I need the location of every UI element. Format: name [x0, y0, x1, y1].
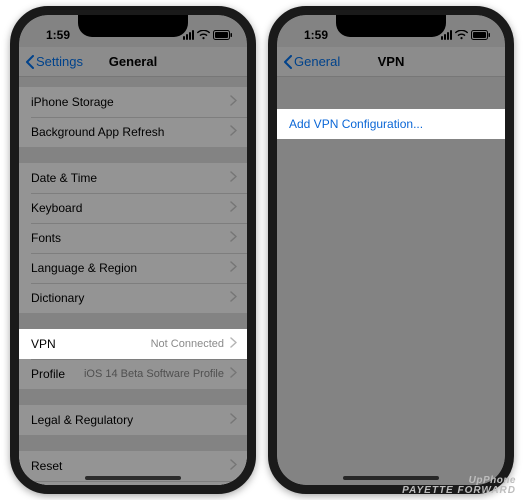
cell-detail: Not Connected — [151, 338, 224, 350]
iphone-device-right: 1:59 Gen — [268, 6, 514, 494]
cell-label: Background App Refresh — [31, 125, 230, 139]
wifi-icon — [197, 30, 210, 40]
cell-background-app-refresh[interactable]: Background App Refresh — [19, 117, 247, 147]
cell-label: Fonts — [31, 231, 230, 245]
cell-legal-regulatory[interactable]: Legal & Regulatory — [19, 405, 247, 435]
home-indicator — [85, 476, 181, 480]
vpn-settings-list[interactable]: Add VPN Configuration... — [277, 77, 505, 139]
cell-label: Date & Time — [31, 171, 230, 185]
nav-bar: General VPN — [277, 47, 505, 77]
nav-bar: Settings General — [19, 47, 247, 77]
notch — [78, 15, 188, 37]
status-time: 1:59 — [33, 28, 83, 42]
chevron-right-icon — [230, 337, 237, 351]
home-indicator — [343, 476, 439, 480]
cell-keyboard[interactable]: Keyboard — [19, 193, 247, 223]
cell-detail: iOS 14 Beta Software Profile — [84, 368, 224, 380]
cell-vpn[interactable]: VPNNot Connected — [19, 329, 247, 359]
notch — [336, 15, 446, 37]
wifi-icon — [455, 30, 468, 40]
chevron-right-icon — [230, 95, 237, 109]
cell-dictionary[interactable]: Dictionary — [19, 283, 247, 313]
cell-shut-down[interactable]: Shut Down — [19, 481, 247, 485]
cell-label: Add VPN Configuration... — [289, 117, 495, 131]
cell-label: iPhone Storage — [31, 95, 230, 109]
screen-general-settings: 1:59 Set — [19, 15, 247, 485]
battery-icon — [471, 30, 491, 40]
cell-label: Dictionary — [31, 291, 230, 305]
chevron-right-icon — [230, 413, 237, 427]
back-label: General — [294, 54, 340, 69]
chevron-right-icon — [230, 201, 237, 215]
chevron-right-icon — [230, 125, 237, 139]
back-label: Settings — [36, 54, 83, 69]
cell-add-vpn-configuration[interactable]: Add VPN Configuration... — [277, 109, 505, 139]
screen-vpn-settings: 1:59 Gen — [277, 15, 505, 485]
chevron-right-icon — [230, 367, 237, 381]
cell-language-region[interactable]: Language & Region — [19, 253, 247, 283]
chevron-right-icon — [230, 459, 237, 473]
chevron-right-icon — [230, 291, 237, 305]
status-time: 1:59 — [291, 28, 341, 42]
back-button[interactable]: General — [283, 47, 340, 76]
settings-list[interactable]: iPhone Storage Background App Refresh Date… — [19, 77, 247, 485]
chevron-right-icon — [230, 171, 237, 185]
cell-label: VPN — [31, 337, 151, 351]
cell-label: Language & Region — [31, 261, 230, 275]
chevron-left-icon — [283, 55, 292, 69]
cell-fonts[interactable]: Fonts — [19, 223, 247, 253]
back-button[interactable]: Settings — [25, 47, 83, 76]
page-title: General — [109, 54, 157, 69]
cell-profile[interactable]: ProfileiOS 14 Beta Software Profile — [19, 359, 247, 389]
cell-label: Profile — [31, 367, 84, 381]
cell-label: Reset — [31, 459, 230, 473]
battery-icon — [213, 30, 233, 40]
cell-label: Keyboard — [31, 201, 230, 215]
chevron-right-icon — [230, 231, 237, 245]
chevron-right-icon — [230, 261, 237, 275]
cell-date-time[interactable]: Date & Time — [19, 163, 247, 193]
chevron-left-icon — [25, 55, 34, 69]
cell-iphone-storage[interactable]: iPhone Storage — [19, 87, 247, 117]
iphone-device-left: 1:59 Set — [10, 6, 256, 494]
cell-label: Legal & Regulatory — [31, 413, 230, 427]
page-title: VPN — [378, 54, 405, 69]
